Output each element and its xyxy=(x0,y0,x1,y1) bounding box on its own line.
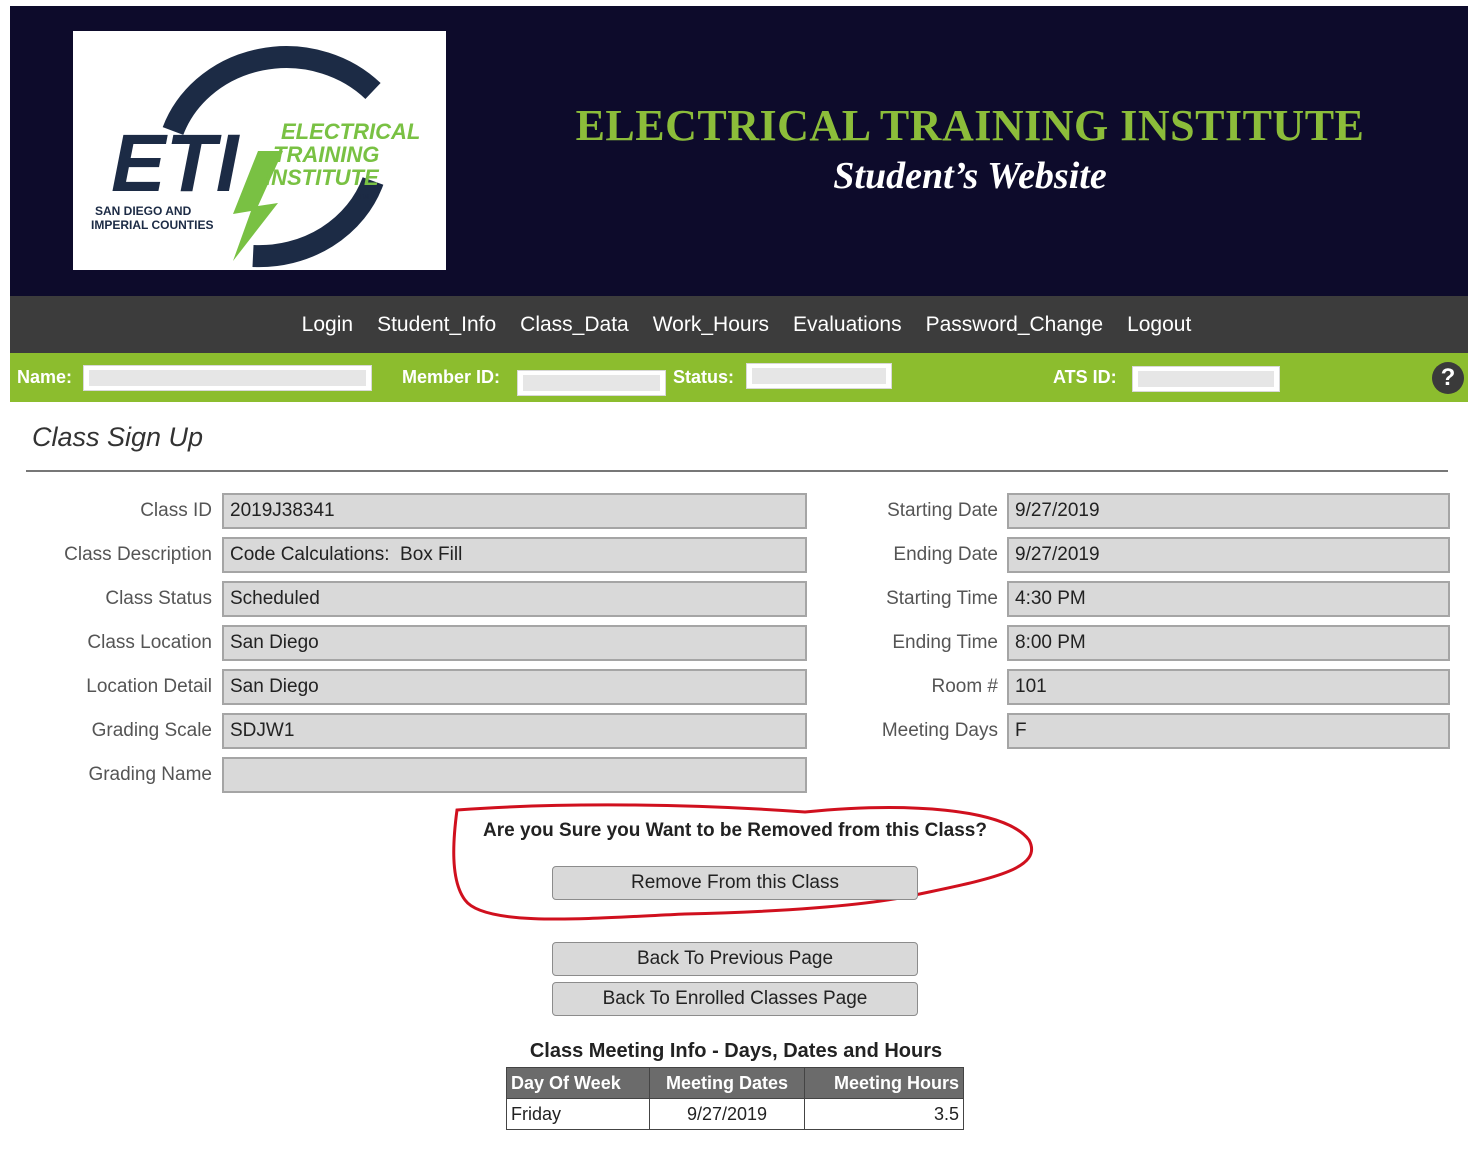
starting-time-label: Starting Time xyxy=(886,588,998,609)
svg-text:ELECTRICAL: ELECTRICAL xyxy=(281,119,420,144)
class-id-label: Class ID xyxy=(140,500,212,521)
table-row: Friday 9/27/2019 3.5 xyxy=(506,1098,964,1130)
logo-graphic: ETI ELECTRICAL TRAINING INSTITUTE TM SAN… xyxy=(91,46,420,268)
svg-text:TRAINING: TRAINING xyxy=(273,142,379,167)
svg-text:SAN DIEGO AND: SAN DIEGO AND xyxy=(95,204,192,218)
status-value xyxy=(746,363,892,389)
location-detail-label: Location Detail xyxy=(86,676,212,697)
cell-meeting-date: 9/27/2019 xyxy=(649,1098,805,1130)
svg-text:IMPERIAL COUNTIES: IMPERIAL COUNTIES xyxy=(91,218,213,232)
header-meeting-hours: Meeting Hours xyxy=(804,1067,964,1099)
name-value xyxy=(83,365,372,391)
room-label: Room # xyxy=(931,676,998,697)
nav-work-hours[interactable]: Work_Hours xyxy=(653,313,769,337)
header-meeting-dates: Meeting Dates xyxy=(649,1067,805,1099)
nav-class-data[interactable]: Class_Data xyxy=(520,313,629,337)
svg-text:TM: TM xyxy=(359,194,369,201)
nav-student-info[interactable]: Student_Info xyxy=(377,313,496,337)
eti-logo: ETI ELECTRICAL TRAINING INSTITUTE TM SAN… xyxy=(73,31,446,270)
title-divider xyxy=(26,470,1448,472)
location-detail-field[interactable]: San Diego xyxy=(222,669,807,705)
grading-name-label: Grading Name xyxy=(88,764,212,785)
room-field[interactable]: 101 xyxy=(1007,669,1450,705)
member-id-value xyxy=(517,370,666,396)
cell-meeting-hours: 3.5 xyxy=(804,1098,964,1130)
page-title: Class Sign Up xyxy=(32,422,204,452)
remove-confirm-question: Are you Sure you Want to be Removed from… xyxy=(483,820,987,841)
back-to-previous-page-button[interactable]: Back To Previous Page xyxy=(552,942,918,976)
class-description-field[interactable]: Code Calculations: Box Fill xyxy=(222,537,807,573)
remove-from-class-button[interactable]: Remove From this Class xyxy=(552,866,918,900)
help-icon[interactable]: ? xyxy=(1432,362,1464,394)
ats-id-value xyxy=(1132,366,1280,392)
grading-scale-field[interactable]: SDJW1 xyxy=(222,713,807,749)
class-status-label: Class Status xyxy=(105,588,212,609)
site-subtitle: Student’s Website xyxy=(833,155,1107,197)
student-info-bar: Name: Member ID: Status: ATS ID: ? xyxy=(10,353,1468,402)
ending-time-label: Ending Time xyxy=(892,632,998,653)
class-description-label: Class Description xyxy=(64,544,212,565)
meeting-days-label: Meeting Days xyxy=(881,720,998,741)
table-header-row: Day Of Week Meeting Dates Meeting Hours xyxy=(506,1067,964,1099)
status-label: Status: xyxy=(673,367,735,387)
class-location-label: Class Location xyxy=(87,632,212,653)
starting-time-field[interactable]: 4:30 PM xyxy=(1007,581,1450,617)
ending-date-label: Ending Date xyxy=(893,544,998,565)
class-location-field[interactable]: San Diego xyxy=(222,625,807,661)
starting-date-field[interactable]: 9/27/2019 xyxy=(1007,493,1450,529)
member-id-label: Member ID: xyxy=(402,367,501,387)
cell-day-of-week: Friday xyxy=(506,1098,650,1130)
nav-logout[interactable]: Logout xyxy=(1127,313,1191,337)
class-id-field[interactable]: 2019J38341 xyxy=(222,493,807,529)
ending-date-field[interactable]: 9/27/2019 xyxy=(1007,537,1450,573)
grading-name-field[interactable] xyxy=(222,757,807,793)
nav-login[interactable]: Login xyxy=(302,313,353,337)
site-title: ELECTRICAL TRAINING INSTITUTE xyxy=(575,101,1365,150)
ending-time-field[interactable]: 8:00 PM xyxy=(1007,625,1450,661)
grading-scale-label: Grading Scale xyxy=(91,720,212,741)
class-status-field[interactable]: Scheduled xyxy=(222,581,807,617)
logo-mark-text: ETI xyxy=(111,118,241,209)
ats-id-label: ATS ID: xyxy=(1053,367,1117,387)
meeting-days-field[interactable]: F xyxy=(1007,713,1450,749)
nav-evaluations[interactable]: Evaluations xyxy=(793,313,902,337)
back-to-enrolled-classes-button[interactable]: Back To Enrolled Classes Page xyxy=(552,982,918,1016)
starting-date-label: Starting Date xyxy=(887,500,998,521)
meeting-info-table: Day Of Week Meeting Dates Meeting Hours … xyxy=(506,1067,964,1130)
meeting-table-caption: Class Meeting Info - Days, Dates and Hou… xyxy=(529,1040,943,1062)
site-header: ETI ELECTRICAL TRAINING INSTITUTE TM SAN… xyxy=(10,6,1468,296)
nav-password-change[interactable]: Password_Change xyxy=(926,313,1103,337)
main-nav: Login Student_Info Class_Data Work_Hours… xyxy=(10,296,1468,353)
header-day-of-week: Day Of Week xyxy=(506,1067,650,1099)
name-label: Name: xyxy=(17,367,73,387)
svg-text:INSTITUTE: INSTITUTE xyxy=(265,165,380,190)
